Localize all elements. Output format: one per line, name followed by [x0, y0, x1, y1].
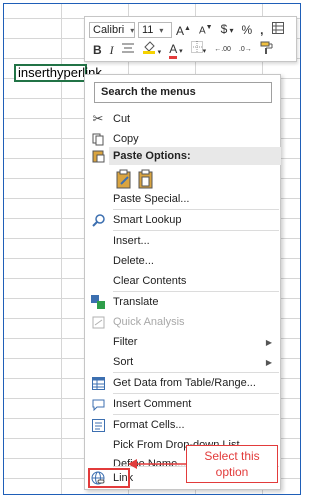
translate-icon	[85, 292, 111, 312]
menu-item-clear-contents[interactable]: Clear Contents	[85, 271, 282, 291]
grow-font-button[interactable]: A▲	[176, 21, 191, 39]
grow-font-label: A	[176, 24, 185, 38]
callout-line-1: Select this	[204, 449, 260, 463]
chevron-right-icon: ▶	[265, 357, 272, 367]
blank-icon	[85, 435, 111, 455]
smart-lookup-icon	[85, 210, 111, 230]
menu-item-label: Delete...	[113, 255, 154, 267]
menu-item-filter[interactable]: Filter ▶	[85, 332, 282, 352]
paste-icon	[85, 146, 111, 166]
context-menu: Search the menus ✂ Cut Copy Paste Option…	[84, 74, 281, 490]
quick-analysis-icon	[85, 312, 111, 332]
search-menus-input[interactable]: Search the menus	[94, 82, 272, 103]
increase-decimal-label: .00	[221, 46, 231, 53]
menu-item-label: Insert...	[113, 235, 150, 247]
mini-toolbar: Calibri ▾ 11 ▾ A▲ A▼ $ ▾ % , B I ▾ A ▾ ▾…	[84, 16, 297, 62]
menu-item-cut[interactable]: ✂ Cut	[85, 109, 282, 129]
font-size-value: 11	[142, 24, 154, 36]
link-highlight-box	[88, 468, 130, 488]
menu-item-label: Paste Special...	[113, 193, 190, 205]
menu-item-quick-analysis[interactable]: Quick Analysis	[85, 312, 282, 332]
blank-icon	[85, 332, 111, 352]
callout-line-2: option	[215, 465, 249, 479]
percent-button[interactable]: %	[242, 22, 253, 38]
blank-icon	[85, 271, 111, 291]
callout-arrow	[128, 459, 186, 469]
comma-button[interactable]: ,	[260, 22, 263, 38]
mini-toolbar-row-2: B I ▾ A ▾ ▾ ←.00 .0→	[89, 40, 278, 61]
format-painter-icon[interactable]	[260, 41, 274, 59]
menu-item-label: Filter	[113, 336, 138, 348]
currency-button[interactable]: $ ▾	[221, 21, 234, 39]
menu-item-label: Cut	[113, 113, 131, 125]
menu-item-label: Sort	[113, 356, 134, 368]
borders-icon[interactable]: ▾	[190, 40, 206, 60]
paste-options-header: Paste Options:	[109, 147, 281, 165]
menu-item-insert-comment[interactable]: Insert Comment	[85, 394, 282, 414]
blank-icon	[85, 251, 111, 271]
menu-item-label: Smart Lookup	[113, 214, 182, 226]
menu-item-smart-lookup[interactable]: Smart Lookup	[85, 210, 282, 230]
menu-item-get-data[interactable]: Get Data from Table/Range...	[85, 373, 282, 393]
italic-button[interactable]: I	[110, 42, 114, 58]
menu-item-sort[interactable]: Sort ▶	[85, 352, 282, 372]
fill-color-icon[interactable]: ▾	[142, 40, 161, 61]
italic-label: I	[109, 43, 114, 57]
comma-label: ,	[260, 23, 264, 37]
percent-label: %	[241, 23, 253, 37]
menu-item-label: Clear Contents	[113, 275, 187, 287]
menu-item-translate[interactable]: Translate	[85, 292, 282, 312]
shrink-font-label: A	[198, 25, 206, 37]
font-color-letter: A	[169, 41, 178, 59]
decrease-decimal-button[interactable]: .0→	[239, 46, 252, 54]
menu-item-format-cells[interactable]: Format Cells...	[85, 415, 282, 435]
blank-icon	[85, 231, 111, 251]
bold-label: B	[93, 43, 102, 57]
menu-item-insert[interactable]: Insert...	[85, 231, 282, 251]
menu-item-label: Insert Comment	[113, 398, 192, 410]
menu-item-label: Copy	[113, 133, 139, 145]
menu-item-label: Translate	[113, 296, 159, 308]
font-size-dropdown[interactable]: 11 ▾	[138, 22, 172, 38]
paste-values-icon[interactable]	[137, 169, 155, 189]
font-name-value: Calibri	[93, 24, 125, 36]
chevron-down-icon: ▾	[130, 25, 135, 35]
increase-decimal-button[interactable]: ←.00	[214, 46, 231, 54]
menu-item-label: Format Cells...	[113, 419, 185, 431]
scissors-icon: ✂	[92, 111, 104, 126]
font-name-dropdown[interactable]: Calibri ▾	[89, 22, 135, 38]
decrease-decimal-label: .0	[238, 46, 245, 53]
table-icon	[85, 373, 111, 393]
align-icon[interactable]	[121, 42, 134, 58]
menu-item-label: Quick Analysis	[113, 316, 185, 328]
search-menus-label: Search the menus	[101, 86, 196, 98]
spreadsheet-grid: inserthyperlink Calibri ▾ 11 ▾ A▲ A▼ $ ▾…	[3, 3, 301, 495]
shrink-font-button[interactable]: A▼	[199, 20, 213, 39]
menu-item-copy[interactable]: Copy	[85, 129, 282, 149]
paste-options-label: Paste Options:	[113, 150, 191, 162]
paste-formatting-icon[interactable]	[115, 169, 133, 189]
bold-button[interactable]: B	[93, 42, 102, 58]
menu-item-delete[interactable]: Delete...	[85, 251, 282, 271]
blank-icon	[85, 189, 111, 209]
paste-options-icons	[115, 169, 155, 189]
chevron-down-icon: ▾	[159, 25, 164, 35]
menu-item-paste-special[interactable]: Paste Special...	[85, 189, 282, 209]
mini-toolbar-row-1: Calibri ▾ 11 ▾ A▲ A▼ $ ▾ % ,	[89, 21, 288, 39]
format-table-icon[interactable]	[271, 22, 284, 38]
active-cell[interactable]: inserthyperlink	[14, 64, 102, 82]
comment-icon	[85, 394, 111, 414]
format-cells-icon	[85, 415, 111, 435]
chevron-right-icon: ▶	[265, 337, 272, 347]
callout-box: Select this option	[186, 445, 278, 483]
font-color-button[interactable]: A ▾	[169, 41, 183, 60]
menu-item-label: Get Data from Table/Range...	[113, 377, 256, 389]
blank-icon	[85, 352, 111, 372]
